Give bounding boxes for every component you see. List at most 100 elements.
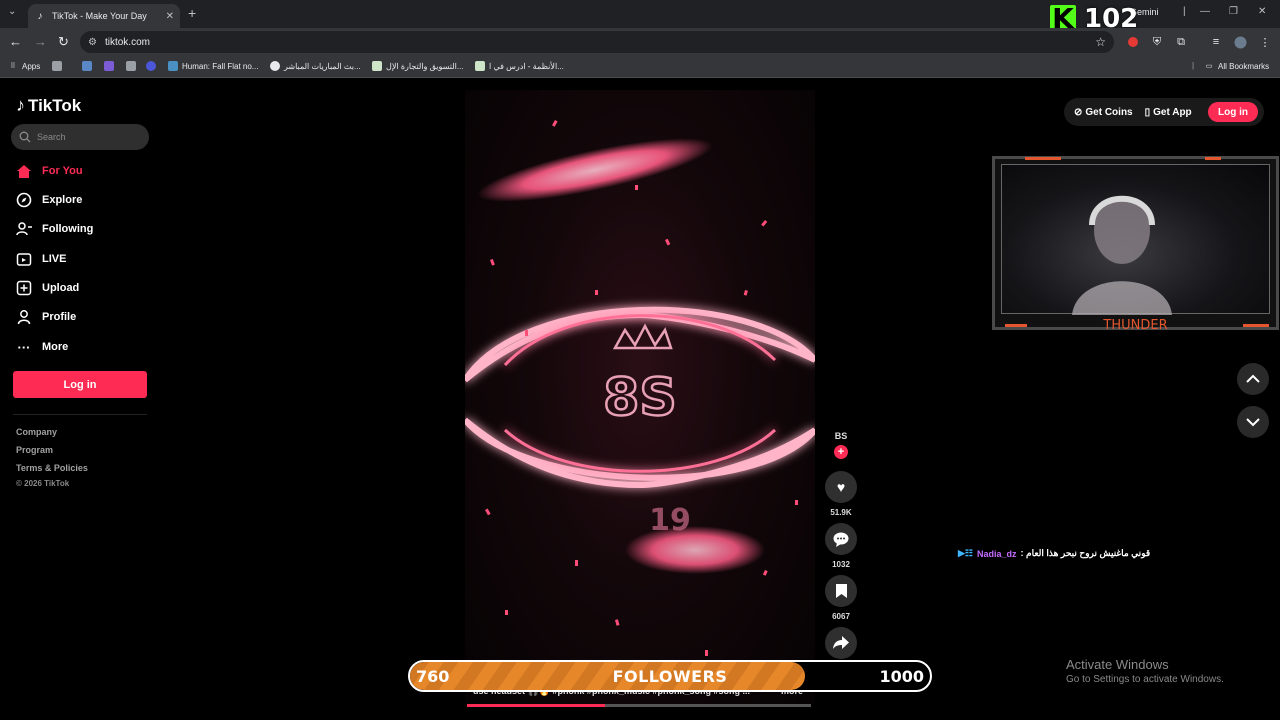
bookmark-label: Apps	[22, 61, 41, 71]
nav-profile[interactable]: Profile	[16, 309, 76, 325]
folder-icon: ▭	[1205, 63, 1213, 70]
chat-text: قوني ماغنيش نروح نبحر هذا العام :	[1020, 548, 1151, 558]
all-bookmarks-label: All Bookmarks	[1218, 61, 1270, 71]
nav-label: More	[42, 341, 69, 353]
chat-username: Nadia_dz	[977, 548, 1017, 559]
follow-plus-icon[interactable]: +	[834, 445, 848, 459]
streamer-name: THUNDER	[1103, 318, 1168, 333]
profile-avatar-icon[interactable]	[1233, 35, 1247, 49]
bookmark-twitch[interactable]	[104, 61, 118, 71]
next-video-button[interactable]	[1237, 406, 1269, 438]
top-login-button[interactable]: Log in	[1208, 102, 1258, 122]
nav-upload[interactable]: Upload	[16, 280, 79, 296]
bookmark-label: Human: Fall Flat no...	[182, 61, 259, 71]
tab-search-icon[interactable]: ⌄	[8, 6, 16, 17]
comment-count: 1032	[832, 560, 850, 569]
followers-goal-bar: 760 FOLLOWERS 1000	[408, 660, 932, 692]
webcam-overlay: THUNDER	[992, 156, 1279, 333]
get-app-button[interactable]: ▯ Get App	[1145, 107, 1192, 118]
like-button[interactable]: ♥ 51.9K	[825, 471, 857, 517]
all-bookmarks[interactable]: ▭ All Bookmarks	[1204, 61, 1269, 71]
nav-label: Explore	[42, 194, 83, 206]
bookmark-favicon-icon	[475, 61, 485, 71]
extension-red-icon[interactable]	[1126, 35, 1140, 49]
minimize-icon[interactable]: —	[1200, 6, 1210, 17]
chat-badges-icon: ▶︎☷	[958, 548, 973, 558]
chevron-down-icon	[1246, 418, 1260, 427]
nav-following[interactable]: Following	[16, 221, 93, 237]
divider	[13, 414, 147, 415]
bookmark-systems[interactable]: الأنظمة - ادرس في ا...	[475, 61, 564, 71]
bookmark-icon	[825, 575, 857, 607]
bookmark-apps[interactable]: ⠿ Apps	[8, 61, 40, 71]
chevron-up-icon	[1246, 374, 1260, 383]
login-button[interactable]: Log in	[13, 371, 147, 398]
shield-extension-icon[interactable]: ⛨	[1150, 35, 1164, 49]
browser-toolbar: ← → ↻ ⚙ tiktok.com ☆ ⛨ ⧉ ≡ ⋮	[0, 28, 1280, 56]
activate-windows-title: Activate Windows	[1066, 657, 1169, 672]
bookmark-1[interactable]	[52, 61, 66, 71]
url-text: tiktok.com	[104, 36, 150, 48]
tiktok-favicon-icon: ♪	[37, 10, 43, 22]
upload-icon	[16, 280, 32, 296]
bookmark-steam[interactable]	[82, 61, 96, 71]
get-app-label: Get App	[1153, 106, 1192, 118]
share-icon	[825, 627, 857, 659]
bookmark-human-fall-flat[interactable]: Human: Fall Flat no...	[168, 61, 258, 71]
streamer-silhouette	[1072, 195, 1172, 315]
home-icon	[16, 163, 32, 179]
heart-icon: ♥	[825, 471, 857, 503]
search-input[interactable]: Search	[11, 124, 149, 150]
creator-avatar[interactable]: BS	[832, 427, 850, 445]
nav-live[interactable]: LIVE	[16, 251, 66, 267]
tab-title: TikTok - Make Your Day	[52, 11, 147, 21]
bookmark-live-matches[interactable]: بث المباريات المباشر...	[270, 61, 361, 71]
search-icon	[19, 131, 31, 143]
window-close-icon[interactable]: ✕	[1258, 6, 1266, 17]
previous-video-button[interactable]	[1237, 363, 1269, 395]
bookmark-4[interactable]	[126, 61, 140, 71]
copyright-text: © 2026 TikTok	[16, 479, 70, 488]
nav-label: Upload	[42, 282, 80, 294]
tiktok-logo[interactable]: ♪ TikTok	[16, 95, 81, 116]
browser-tab[interactable]: ♪ TikTok - Make Your Day ✕	[28, 4, 180, 28]
nav-more[interactable]: ··· More	[16, 339, 69, 355]
video-frame-artwork: 8S 19	[465, 120, 815, 687]
restore-icon[interactable]: ❐	[1229, 6, 1238, 17]
site-info-icon[interactable]: ⚙	[88, 37, 97, 48]
svg-text:8S: 8S	[603, 368, 677, 428]
reload-icon[interactable]: ↻	[58, 34, 69, 50]
bookmark-favicon-icon	[126, 61, 136, 71]
bookmark-5[interactable]	[146, 61, 160, 71]
bookmark-separator: |	[1192, 61, 1195, 70]
activate-windows-subtitle: Go to Settings to activate Windows.	[1066, 674, 1224, 685]
nav-label: Profile	[42, 311, 77, 323]
extensions-puzzle-icon[interactable]: ⧉	[1174, 35, 1188, 49]
save-count: 6067	[832, 612, 850, 621]
get-coins-label: Get Coins	[1085, 106, 1133, 118]
bookmark-marketing[interactable]: التسويق والتجارة الإل...	[372, 61, 464, 71]
bookmark-star-icon[interactable]: ☆	[1095, 35, 1106, 49]
save-button[interactable]: 6067	[825, 575, 857, 621]
bookmark-favicon-icon	[372, 61, 382, 71]
video-player[interactable]: 8S 19	[465, 90, 815, 704]
back-icon[interactable]: ←	[9, 34, 22, 49]
comment-button[interactable]: 1032	[825, 523, 857, 569]
footer-company-link[interactable]: Company	[16, 427, 57, 437]
nav-explore[interactable]: Explore	[16, 192, 82, 208]
close-tab-icon[interactable]: ✕	[166, 11, 174, 22]
new-tab-icon[interactable]: +	[188, 5, 196, 21]
footer-terms-link[interactable]: Terms & Policies	[16, 463, 88, 473]
browser-menu-icon[interactable]: ⋮	[1258, 35, 1272, 49]
coin-icon: ⊘	[1074, 106, 1083, 118]
forward-icon[interactable]: →	[34, 34, 47, 49]
anchor-icon	[146, 61, 156, 71]
nav-for-you[interactable]: For You	[16, 163, 83, 179]
frame-accent	[1025, 157, 1061, 160]
bookmark-favicon-icon	[168, 61, 178, 71]
media-controls-icon[interactable]: ≡	[1209, 35, 1223, 49]
bookmark-favicon-icon	[52, 61, 62, 71]
address-bar[interactable]: ⚙ tiktok.com ☆	[80, 31, 1114, 53]
get-coins-button[interactable]: ⊘ Get Coins	[1074, 107, 1133, 118]
footer-program-link[interactable]: Program	[16, 445, 53, 455]
